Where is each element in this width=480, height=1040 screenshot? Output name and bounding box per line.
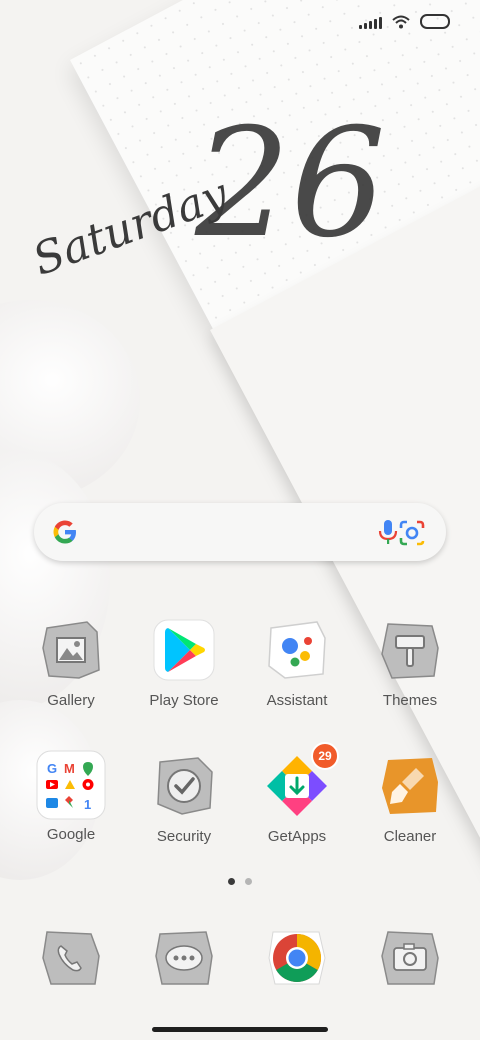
- page-indicator: [0, 878, 480, 885]
- app-label-getapps: GetApps: [267, 828, 327, 845]
- battery-icon: [420, 14, 450, 29]
- google-g-icon: [53, 520, 76, 544]
- messages-icon: [152, 926, 216, 990]
- play-store-icon: [152, 618, 216, 682]
- notification-badge: 29: [311, 742, 339, 770]
- dock-messages[interactable]: [128, 926, 240, 990]
- app-label-google: Google: [46, 826, 96, 843]
- app-security[interactable]: Security: [128, 754, 240, 845]
- svg-text:G: G: [47, 761, 57, 776]
- dock-camera[interactable]: [354, 926, 466, 990]
- svg-text:M: M: [64, 761, 75, 776]
- cleaner-icon: [378, 754, 442, 818]
- svg-text:1: 1: [84, 797, 91, 812]
- app-label-play-store: Play Store: [149, 692, 219, 709]
- page-dot-active: [228, 878, 235, 885]
- app-assistant[interactable]: Assistant: [241, 618, 353, 709]
- app-play-store[interactable]: Play Store: [128, 618, 240, 709]
- phone-icon: [39, 926, 103, 990]
- voice-search-icon[interactable]: [377, 519, 399, 547]
- security-icon: [152, 754, 216, 818]
- app-getapps[interactable]: 29 GetApps: [241, 742, 353, 845]
- app-themes[interactable]: Themes: [354, 618, 466, 709]
- app-label-cleaner: Cleaner: [383, 828, 437, 845]
- app-gallery[interactable]: Gallery: [15, 618, 127, 709]
- signal-icon: [359, 15, 382, 29]
- camera-icon: [378, 926, 442, 990]
- status-bar: [359, 14, 450, 29]
- assistant-icon: [265, 618, 329, 682]
- app-cleaner[interactable]: Cleaner: [354, 754, 466, 845]
- clock-date: 26: [194, 97, 386, 271]
- clock-widget[interactable]: Saturday 26: [0, 80, 480, 280]
- getapps-icon: 29: [265, 742, 339, 818]
- dock-phone[interactable]: [15, 926, 127, 990]
- app-google-folder[interactable]: G M 1 Google: [15, 750, 127, 843]
- google-lens-icon[interactable]: [399, 520, 425, 546]
- google-search-bar[interactable]: [34, 503, 446, 561]
- google-folder-icon: G M 1: [36, 750, 106, 820]
- chrome-icon: [265, 926, 329, 990]
- themes-icon: [378, 618, 442, 682]
- app-label-assistant: Assistant: [266, 692, 328, 709]
- gesture-home-bar[interactable]: [152, 1027, 328, 1032]
- app-label-security: Security: [156, 828, 212, 845]
- clock-svg: Saturday 26: [26, 97, 386, 280]
- gallery-icon: [39, 618, 103, 682]
- dock-chrome[interactable]: [241, 926, 353, 990]
- app-label-themes: Themes: [382, 692, 438, 709]
- page-dot: [245, 878, 252, 885]
- wifi-icon: [392, 15, 410, 28]
- app-label-gallery: Gallery: [47, 692, 95, 709]
